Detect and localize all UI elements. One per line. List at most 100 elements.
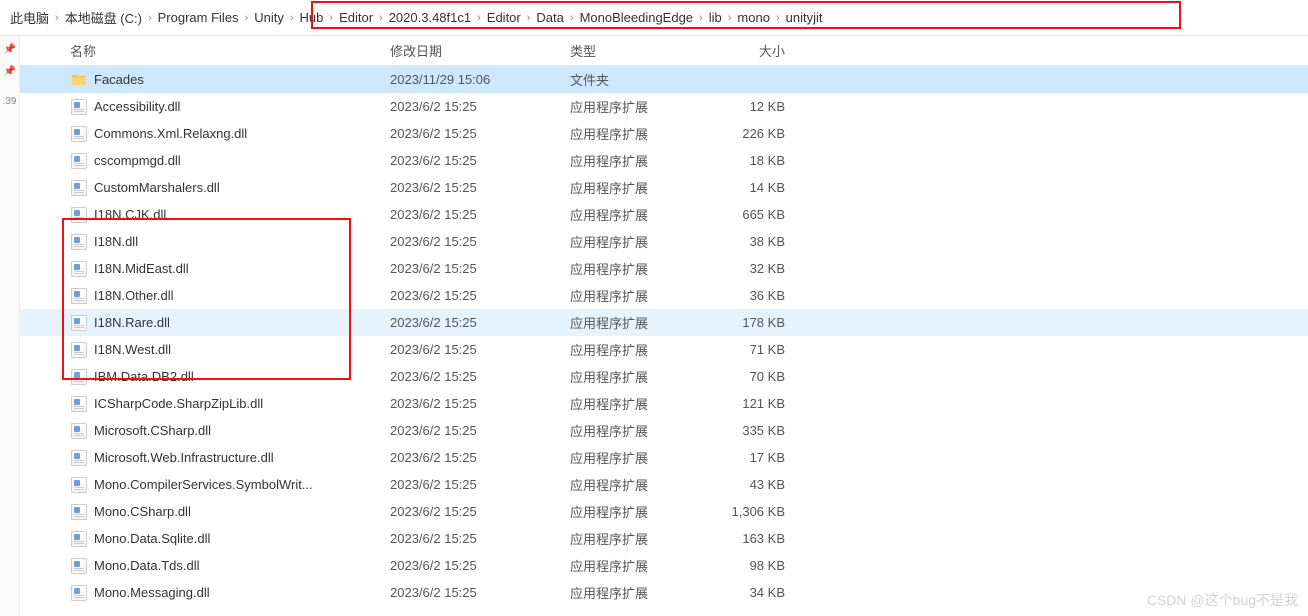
chevron-right-icon: › bbox=[726, 12, 734, 24]
table-row[interactable]: I18N.Rare.dll2023/6/2 15:25应用程序扩展178 KB bbox=[20, 309, 1308, 336]
breadcrumb-item[interactable]: 本地磁盘 (C:) bbox=[61, 0, 146, 35]
table-row[interactable]: Facades2023/11/29 15:06文件夹 bbox=[20, 66, 1308, 93]
dll-file-icon bbox=[70, 233, 88, 251]
table-row[interactable]: Accessibility.dll2023/6/2 15:25应用程序扩展12 … bbox=[20, 93, 1308, 120]
file-date: 2023/6/2 15:25 bbox=[390, 558, 570, 573]
file-size: 163 KB bbox=[715, 531, 795, 546]
table-row[interactable]: Microsoft.Web.Infrastructure.dll2023/6/2… bbox=[20, 444, 1308, 471]
file-date: 2023/11/29 15:06 bbox=[390, 72, 570, 87]
dll-file-icon bbox=[70, 368, 88, 386]
dll-file-icon bbox=[70, 503, 88, 521]
pin-icon: 📌 bbox=[4, 66, 16, 77]
dll-file-icon bbox=[70, 125, 88, 143]
breadcrumb-item[interactable]: Unity bbox=[250, 0, 288, 35]
table-row[interactable]: CustomMarshalers.dll2023/6/2 15:25应用程序扩展… bbox=[20, 174, 1308, 201]
file-type: 应用程序扩展 bbox=[570, 421, 715, 440]
file-name: I18N.MidEast.dll bbox=[94, 261, 390, 276]
file-date: 2023/6/2 15:25 bbox=[390, 99, 570, 114]
file-date: 2023/6/2 15:25 bbox=[390, 531, 570, 546]
file-size: 335 KB bbox=[715, 423, 795, 438]
dll-file-icon bbox=[70, 179, 88, 197]
table-row[interactable]: I18N.West.dll2023/6/2 15:25应用程序扩展71 KB bbox=[20, 336, 1308, 363]
file-date: 2023/6/2 15:25 bbox=[390, 342, 570, 357]
file-name: Mono.Data.Sqlite.dll bbox=[94, 531, 390, 546]
dll-file-icon bbox=[70, 341, 88, 359]
table-row[interactable]: Microsoft.CSharp.dll2023/6/2 15:25应用程序扩展… bbox=[20, 417, 1308, 444]
file-size: 98 KB bbox=[715, 558, 795, 573]
file-list: Facades2023/11/29 15:06文件夹Accessibility.… bbox=[20, 66, 1308, 606]
breadcrumb-item[interactable]: Editor bbox=[483, 0, 525, 35]
file-type: 应用程序扩展 bbox=[570, 502, 715, 521]
file-date: 2023/6/2 15:25 bbox=[390, 396, 570, 411]
dll-file-icon bbox=[70, 260, 88, 278]
chevron-right-icon: › bbox=[243, 12, 251, 24]
table-row[interactable]: cscompmgd.dll2023/6/2 15:25应用程序扩展18 KB bbox=[20, 147, 1308, 174]
breadcrumb-item[interactable]: unityjit bbox=[782, 0, 827, 35]
file-date: 2023/6/2 15:25 bbox=[390, 126, 570, 141]
chevron-right-icon: › bbox=[697, 12, 705, 24]
breadcrumb[interactable]: 此电脑›本地磁盘 (C:)›Program Files›Unity›Hub›Ed… bbox=[0, 0, 1308, 36]
table-row[interactable]: Commons.Xml.Relaxng.dll2023/6/2 15:25应用程… bbox=[20, 120, 1308, 147]
chevron-right-icon: › bbox=[475, 12, 483, 24]
file-type: 应用程序扩展 bbox=[570, 178, 715, 197]
breadcrumb-item[interactable]: Editor bbox=[335, 0, 377, 35]
breadcrumb-item[interactable]: MonoBleedingEdge bbox=[576, 0, 697, 35]
file-type: 应用程序扩展 bbox=[570, 529, 715, 548]
table-row[interactable]: Mono.CompilerServices.SymbolWrit...2023/… bbox=[20, 471, 1308, 498]
column-header-date[interactable]: 修改日期 bbox=[390, 41, 570, 60]
column-header-type[interactable]: 类型 bbox=[570, 41, 715, 60]
table-row[interactable]: I18N.MidEast.dll2023/6/2 15:25应用程序扩展32 K… bbox=[20, 255, 1308, 282]
file-name: CustomMarshalers.dll bbox=[94, 180, 390, 195]
file-name: IBM.Data.DB2.dll bbox=[94, 369, 390, 384]
breadcrumb-item[interactable]: 此电脑 bbox=[6, 0, 53, 35]
table-row[interactable]: I18N.Other.dll2023/6/2 15:25应用程序扩展36 KB bbox=[20, 282, 1308, 309]
chevron-right-icon: › bbox=[288, 12, 296, 24]
table-row[interactable]: I18N.CJK.dll2023/6/2 15:25应用程序扩展665 KB bbox=[20, 201, 1308, 228]
file-type: 文件夹 bbox=[570, 70, 715, 89]
column-header-size[interactable]: 大小 bbox=[715, 41, 795, 60]
file-date: 2023/6/2 15:25 bbox=[390, 315, 570, 330]
table-row[interactable]: ICSharpCode.SharpZipLib.dll2023/6/2 15:2… bbox=[20, 390, 1308, 417]
file-size: 121 KB bbox=[715, 396, 795, 411]
table-row[interactable]: IBM.Data.DB2.dll2023/6/2 15:25应用程序扩展70 K… bbox=[20, 363, 1308, 390]
file-name: Mono.Messaging.dll bbox=[94, 585, 390, 600]
file-name: I18N.Other.dll bbox=[94, 288, 390, 303]
breadcrumb-item[interactable]: Data bbox=[532, 0, 567, 35]
dll-file-icon bbox=[70, 314, 88, 332]
file-date: 2023/6/2 15:25 bbox=[390, 477, 570, 492]
breadcrumb-item[interactable]: mono bbox=[733, 0, 774, 35]
file-type: 应用程序扩展 bbox=[570, 205, 715, 224]
file-size: 71 KB bbox=[715, 342, 795, 357]
file-name: I18N.CJK.dll bbox=[94, 207, 390, 222]
file-type: 应用程序扩展 bbox=[570, 475, 715, 494]
file-name: Mono.CompilerServices.SymbolWrit... bbox=[94, 477, 390, 492]
breadcrumb-item[interactable]: Program Files bbox=[154, 0, 243, 35]
table-row[interactable]: Mono.Data.Tds.dll2023/6/2 15:25应用程序扩展98 … bbox=[20, 552, 1308, 579]
file-size: 18 KB bbox=[715, 153, 795, 168]
table-row[interactable]: Mono.CSharp.dll2023/6/2 15:25应用程序扩展1,306… bbox=[20, 498, 1308, 525]
file-type: 应用程序扩展 bbox=[570, 367, 715, 386]
table-row[interactable]: I18N.dll2023/6/2 15:25应用程序扩展38 KB bbox=[20, 228, 1308, 255]
breadcrumb-item[interactable]: lib bbox=[705, 0, 726, 35]
file-type: 应用程序扩展 bbox=[570, 394, 715, 413]
file-type: 应用程序扩展 bbox=[570, 286, 715, 305]
file-type: 应用程序扩展 bbox=[570, 97, 715, 116]
file-type: 应用程序扩展 bbox=[570, 259, 715, 278]
file-date: 2023/6/2 15:25 bbox=[390, 207, 570, 222]
breadcrumb-item[interactable]: Hub bbox=[296, 0, 328, 35]
chevron-right-icon: › bbox=[327, 12, 335, 24]
table-row[interactable]: Mono.Messaging.dll2023/6/2 15:25应用程序扩展34… bbox=[20, 579, 1308, 606]
chevron-right-icon: › bbox=[774, 12, 782, 24]
file-size: 226 KB bbox=[715, 126, 795, 141]
dll-file-icon bbox=[70, 152, 88, 170]
dll-file-icon bbox=[70, 422, 88, 440]
column-header-name[interactable]: 名称 bbox=[70, 41, 390, 60]
table-row[interactable]: Mono.Data.Sqlite.dll2023/6/2 15:25应用程序扩展… bbox=[20, 525, 1308, 552]
file-date: 2023/6/2 15:25 bbox=[390, 180, 570, 195]
file-size: 38 KB bbox=[715, 234, 795, 249]
breadcrumb-item[interactable]: 2020.3.48f1c1 bbox=[385, 0, 475, 35]
file-size: 43 KB bbox=[715, 477, 795, 492]
dll-file-icon bbox=[70, 584, 88, 602]
chevron-right-icon: › bbox=[53, 12, 61, 24]
file-date: 2023/6/2 15:25 bbox=[390, 234, 570, 249]
